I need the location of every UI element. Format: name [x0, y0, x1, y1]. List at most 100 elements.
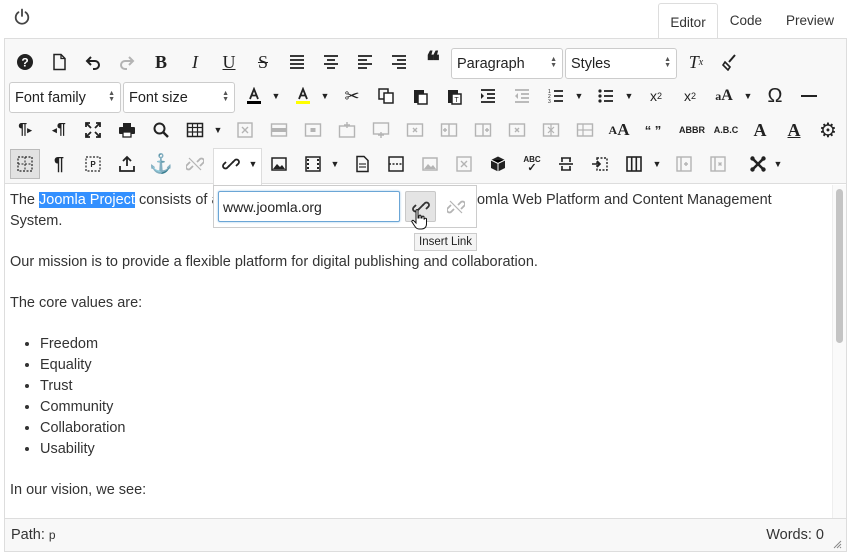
- fullscreen-icon[interactable]: [78, 115, 108, 145]
- paste-text-icon[interactable]: T: [439, 81, 469, 111]
- spellcheck-icon[interactable]: ABC ✓: [517, 149, 547, 179]
- help-icon[interactable]: ?: [10, 47, 40, 77]
- show-blocks-icon[interactable]: [10, 149, 40, 179]
- print-icon[interactable]: [112, 115, 142, 145]
- bold-icon[interactable]: B: [146, 47, 176, 77]
- cube-icon[interactable]: [483, 149, 513, 179]
- font-size-select[interactable]: Font size ▲ ▼: [123, 82, 235, 113]
- template-icon[interactable]: [347, 149, 377, 179]
- visual-chars-icon[interactable]: ¶: [44, 149, 74, 179]
- gear-icon[interactable]: ⚙: [813, 115, 843, 145]
- media-caret-icon[interactable]: ▼: [329, 149, 341, 179]
- remove-placeholder-icon[interactable]: [449, 149, 479, 179]
- table-delete-col-icon[interactable]: [502, 115, 532, 145]
- remove-link-button[interactable]: [440, 191, 471, 222]
- tab-editor[interactable]: Editor: [658, 3, 718, 40]
- table-insert-row-before-icon[interactable]: [332, 115, 362, 145]
- media-icon[interactable]: [298, 149, 328, 179]
- underline-icon[interactable]: U: [214, 47, 244, 77]
- power-icon[interactable]: [12, 7, 32, 27]
- column-remove-icon[interactable]: [703, 149, 733, 179]
- search-icon[interactable]: [146, 115, 176, 145]
- link-url-input[interactable]: [218, 191, 400, 222]
- indent-icon[interactable]: [473, 81, 503, 111]
- bullet-list-icon[interactable]: [591, 81, 621, 111]
- content-scrollbar[interactable]: [832, 185, 846, 518]
- horizontal-rule-icon[interactable]: [794, 81, 824, 111]
- numbered-list-caret-icon[interactable]: ▼: [573, 81, 585, 111]
- table-caret-icon[interactable]: ▼: [212, 115, 224, 145]
- clear-formatting-icon[interactable]: Tx: [681, 47, 711, 77]
- table-insert-col-before-icon[interactable]: [434, 115, 464, 145]
- table-delete-icon[interactable]: [230, 115, 260, 145]
- align-left-icon[interactable]: [350, 47, 380, 77]
- path-value[interactable]: p: [49, 528, 56, 542]
- highlight-color-caret-icon[interactable]: ▼: [319, 81, 331, 111]
- copy-icon[interactable]: [371, 81, 401, 111]
- italic-icon[interactable]: I: [180, 47, 210, 77]
- table-icon[interactable]: [180, 115, 210, 145]
- insert-upload-icon[interactable]: [112, 149, 142, 179]
- scrollbar-thumb[interactable]: [836, 189, 843, 343]
- table-insert-row-after-icon[interactable]: [366, 115, 396, 145]
- styles-select[interactable]: Styles ▲ ▼: [565, 48, 677, 79]
- rtl-direction-icon[interactable]: ◂ ¶: [44, 115, 74, 145]
- cut-icon[interactable]: ✂: [337, 81, 367, 111]
- link-caret-icon[interactable]: ▼: [247, 149, 259, 179]
- nonbreaking-space-icon[interactable]: [551, 149, 581, 179]
- text-color-caret-icon[interactable]: ▼: [270, 81, 282, 111]
- joomla-caret-icon[interactable]: ▼: [772, 149, 784, 179]
- paint-brush-icon[interactable]: [715, 47, 745, 77]
- link-icon[interactable]: [216, 149, 246, 179]
- unlink-icon[interactable]: [180, 149, 210, 179]
- align-justify-icon[interactable]: [282, 47, 312, 77]
- change-case-caret-icon[interactable]: ▼: [742, 81, 754, 111]
- quotes-icon[interactable]: “ ”: [638, 115, 668, 145]
- change-case-icon[interactable]: aA: [709, 81, 739, 111]
- subscript-icon[interactable]: x2: [641, 81, 671, 111]
- image-icon[interactable]: [264, 149, 294, 179]
- font-family-select[interactable]: Font family ▲ ▼: [9, 82, 121, 113]
- bullet-list-caret-icon[interactable]: ▼: [623, 81, 635, 111]
- table-delete-row-icon[interactable]: [400, 115, 430, 145]
- table-insert-col-after-icon[interactable]: [468, 115, 498, 145]
- highlight-color-icon[interactable]: [288, 81, 318, 111]
- table-split-cells-icon[interactable]: [536, 115, 566, 145]
- paste-icon[interactable]: [405, 81, 435, 111]
- redo-icon[interactable]: [112, 47, 142, 77]
- outdent-icon[interactable]: [507, 81, 537, 111]
- resize-grip-icon[interactable]: [832, 537, 842, 549]
- tab-code[interactable]: Code: [718, 2, 774, 38]
- text-decoration-icon[interactable]: A: [779, 115, 809, 145]
- special-character-icon[interactable]: Ω: [760, 81, 790, 111]
- undo-icon[interactable]: [78, 47, 108, 77]
- template-block-icon[interactable]: P: [78, 149, 108, 179]
- text-color-icon[interactable]: [239, 81, 269, 111]
- styleselect-icon[interactable]: AA: [604, 115, 634, 145]
- table-merge-cells-icon[interactable]: [570, 115, 600, 145]
- abbr-icon[interactable]: ABBR: [677, 115, 707, 145]
- font-style-icon[interactable]: A: [745, 115, 775, 145]
- block-format-select[interactable]: Paragraph ▲ ▼: [451, 48, 563, 79]
- align-center-icon[interactable]: [316, 47, 346, 77]
- strikethrough-icon[interactable]: S: [248, 47, 278, 77]
- acronym-icon[interactable]: A.B.C: [711, 115, 741, 145]
- tab-preview[interactable]: Preview: [774, 2, 846, 38]
- insert-cursor-icon[interactable]: [585, 149, 615, 179]
- ltr-direction-icon[interactable]: ¶ ▸: [10, 115, 40, 145]
- columns-icon[interactable]: [619, 149, 649, 179]
- joomla-icon[interactable]: [743, 149, 773, 179]
- numbered-list-icon[interactable]: 123: [541, 81, 571, 111]
- table-cell-props-icon[interactable]: [298, 115, 328, 145]
- align-right-icon[interactable]: [384, 47, 414, 77]
- columns-caret-icon[interactable]: ▼: [651, 149, 663, 179]
- svg-text:T: T: [454, 97, 459, 104]
- anchor-icon[interactable]: ⚓: [146, 149, 176, 179]
- new-document-icon[interactable]: [44, 47, 74, 77]
- column-add-icon[interactable]: [669, 149, 699, 179]
- superscript-icon[interactable]: x2: [675, 81, 705, 111]
- table-row-props-icon[interactable]: [264, 115, 294, 145]
- page-break-icon[interactable]: [381, 149, 411, 179]
- blockquote-icon[interactable]: ❝: [418, 47, 448, 77]
- image-placeholder-icon[interactable]: [415, 149, 445, 179]
